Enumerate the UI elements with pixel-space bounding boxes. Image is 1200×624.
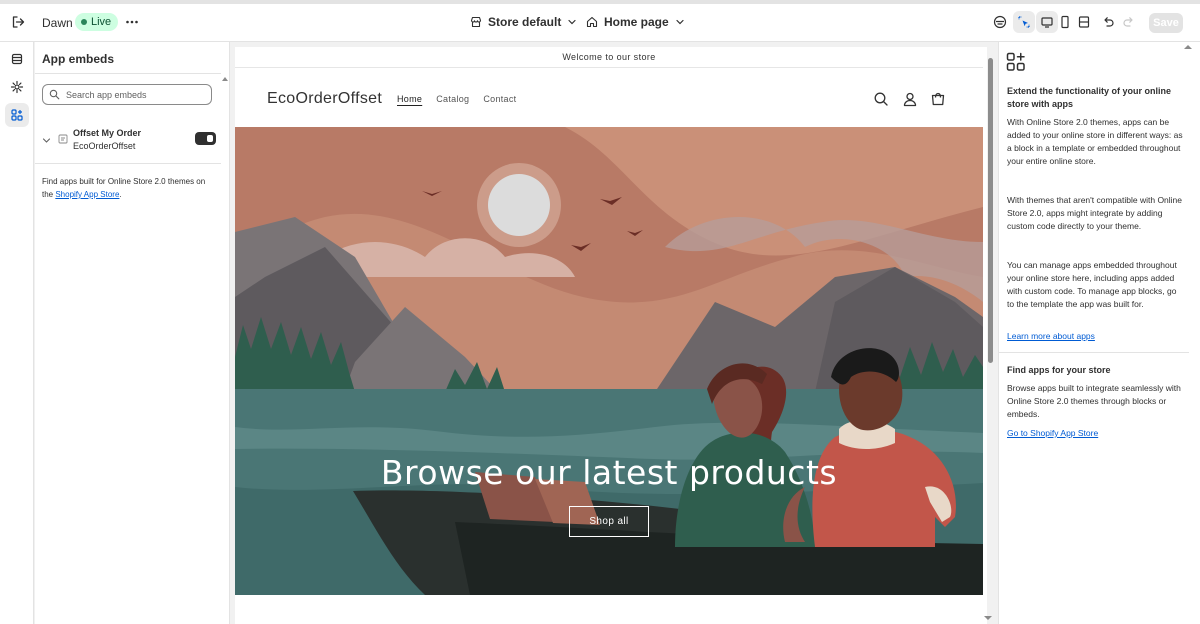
desktop-view-icon[interactable] [1036, 11, 1058, 33]
search-field[interactable] [42, 84, 212, 105]
page-selector-label: Home page [604, 15, 669, 29]
nav-item-home[interactable]: Home [397, 94, 422, 104]
app-embeds-icon[interactable] [5, 103, 29, 127]
info-paragraph-1: With Online Store 2.0 themes, apps can b… [1007, 117, 1183, 166]
find-apps-heading: Find apps for your store [1007, 365, 1111, 375]
store-selector[interactable]: Store default [470, 11, 577, 33]
preview-scrollbar-thumb[interactable] [988, 58, 993, 363]
theme-settings-icon[interactable] [5, 75, 29, 99]
app-embeds-panel: App embeds Offset My Order EcoOrderOffse… [35, 42, 230, 624]
info-paragraph-4: Browse apps built to integrate seamlessl… [1007, 383, 1181, 419]
info-panel: Extend the functionality of your online … [998, 42, 1200, 624]
chevron-down-icon[interactable] [42, 136, 51, 145]
search-icon[interactable] [873, 91, 889, 107]
chevron-down-icon [675, 17, 685, 27]
scroll-up-icon[interactable] [222, 76, 228, 82]
status-badge-label: Live [91, 16, 112, 28]
search-input[interactable] [66, 89, 196, 100]
search-icon [49, 89, 60, 100]
live-dot-icon [81, 19, 87, 25]
home-icon [586, 16, 598, 28]
info-paragraph-2: With themes that aren't compatible with … [1007, 195, 1183, 231]
chevron-down-icon [567, 17, 577, 27]
help-text: Find apps built for Online Store 2.0 the… [42, 175, 217, 201]
app-embed-provider: EcoOrderOffset [73, 141, 136, 151]
theme-name: Dawn [42, 16, 73, 30]
divider [35, 163, 221, 164]
scroll-down-icon[interactable] [984, 615, 992, 621]
nav-item-contact[interactable]: Contact [483, 94, 516, 104]
shop-all-button[interactable]: Shop all [569, 506, 649, 537]
main-nav: Home Catalog Contact [397, 94, 516, 104]
store-logo[interactable]: EcoOrderOffset [267, 90, 382, 108]
account-icon[interactable] [902, 91, 918, 107]
exit-icon[interactable] [10, 14, 26, 30]
toggle-knob [207, 135, 213, 142]
page-selector[interactable]: Home page [586, 11, 685, 33]
announcement-bar[interactable]: Welcome to our store [235, 47, 983, 68]
full-width-icon[interactable] [1075, 13, 1093, 31]
app-embed-toggle[interactable] [195, 132, 216, 145]
app-store-link[interactable]: Go to Shopify App Store [1007, 428, 1098, 438]
store-preview: Welcome to our store EcoOrderOffset Home… [235, 47, 987, 624]
nav-item-catalog[interactable]: Catalog [436, 94, 469, 104]
undo-icon[interactable] [1099, 13, 1117, 31]
left-rail [0, 42, 34, 624]
sections-icon[interactable] [5, 47, 29, 71]
learn-more-link[interactable]: Learn more about apps [1007, 331, 1095, 341]
info-heading: Extend the functionality of your online … [1007, 86, 1172, 109]
store-icon [470, 16, 482, 28]
divider [999, 352, 1189, 353]
app-block-icon [58, 134, 68, 144]
redo-icon[interactable] [1120, 13, 1138, 31]
hero-banner: Browse our latest products Shop all [235, 127, 983, 595]
app-embed-item[interactable]: Offset My Order EcoOrderOffset [42, 128, 216, 154]
mobile-view-icon[interactable] [1056, 13, 1074, 31]
help-text-suffix: . [119, 190, 122, 199]
panel-title: App embeds [42, 52, 115, 66]
apps-icon [1006, 52, 1026, 72]
app-embed-name: Offset My Order [73, 128, 142, 138]
sensei-icon[interactable] [991, 13, 1009, 31]
scroll-up-icon[interactable] [1184, 44, 1192, 50]
shopify-app-store-link[interactable]: Shopify App Store [55, 190, 119, 199]
more-actions-icon[interactable] [124, 14, 140, 30]
store-selector-label: Store default [488, 15, 562, 29]
info-paragraph-3: You can manage apps embedded throughout … [1007, 260, 1177, 309]
cart-icon[interactable] [930, 91, 946, 107]
save-button[interactable]: Save [1149, 13, 1183, 33]
divider [35, 73, 221, 74]
inspector-icon[interactable] [1013, 11, 1035, 33]
top-bar: Dawn Live Store default Home page Save [0, 0, 1200, 42]
status-badge: Live [75, 13, 119, 31]
hero-title: Browse our latest products [380, 453, 838, 492]
